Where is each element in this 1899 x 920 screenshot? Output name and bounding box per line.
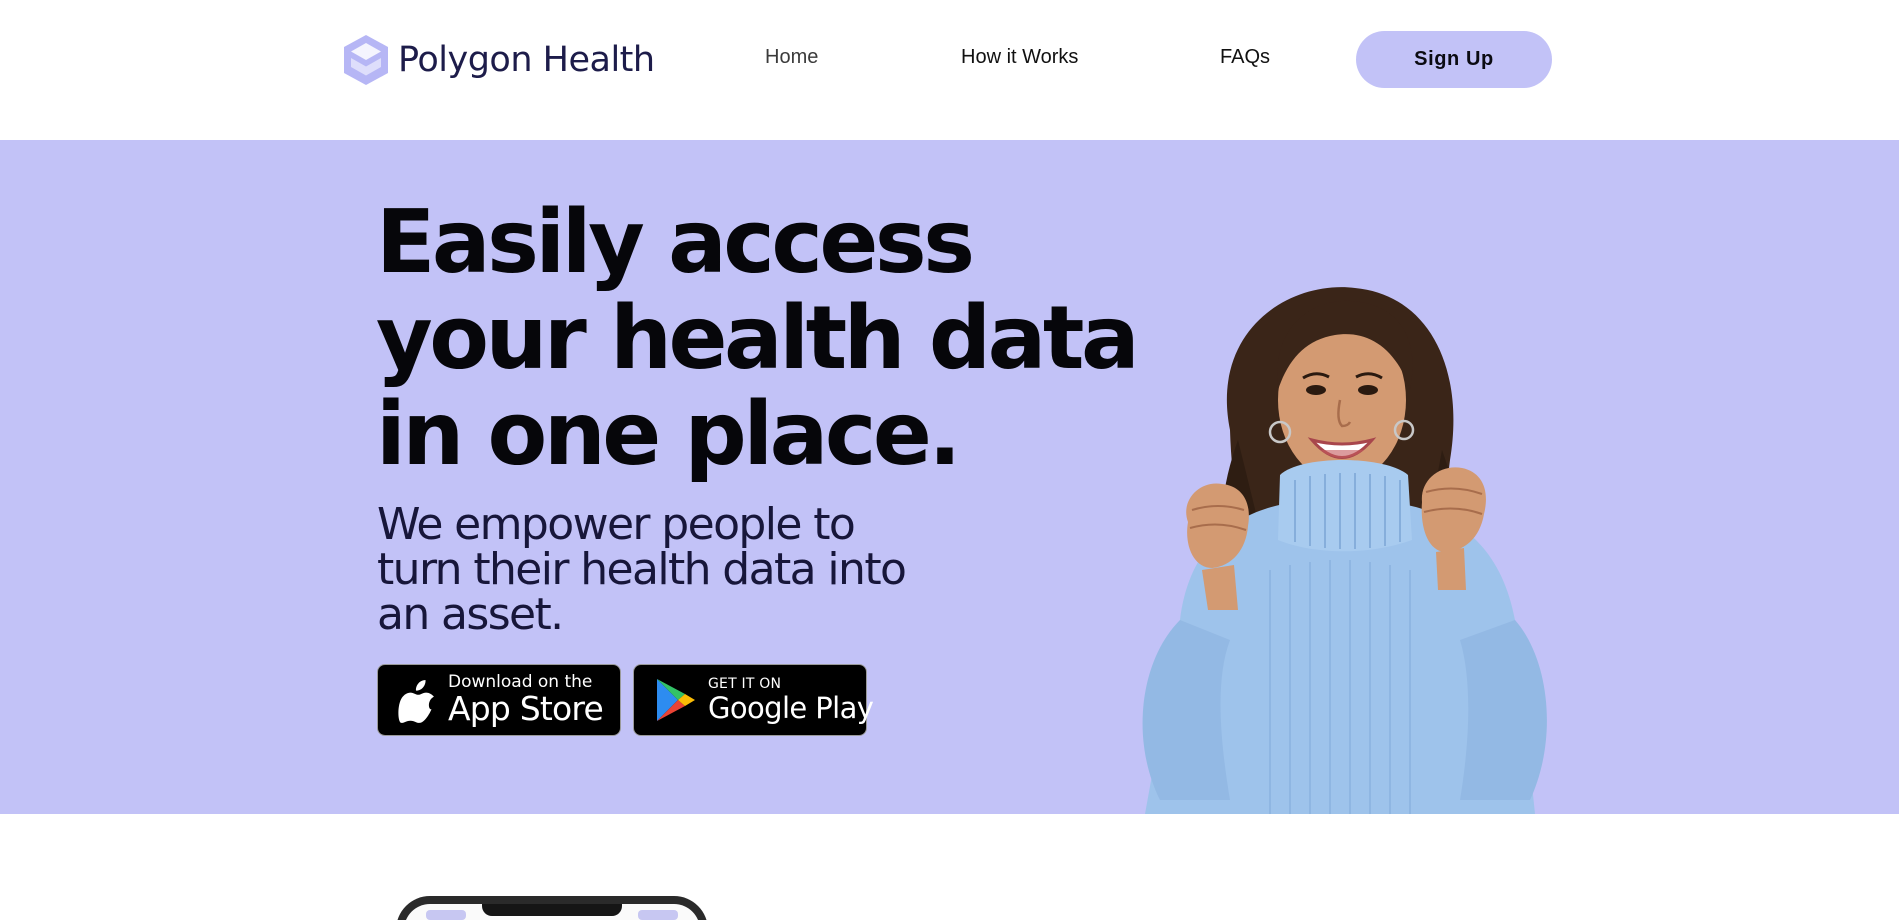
hero-title-line: Easily access — [376, 191, 975, 293]
hero-title-line: your health data — [376, 287, 1140, 389]
google-play-big-text: Google Play — [708, 690, 874, 725]
app-store-text: Download on the App Store — [448, 673, 604, 728]
hero-title: Easily access your health data in one pl… — [376, 191, 1140, 485]
hero-photo — [1142, 287, 1547, 814]
brand-name: Polygon Health — [398, 40, 655, 80]
hero-section: Easily access your health data in one pl… — [0, 140, 1899, 814]
polygon-logo-icon — [344, 35, 388, 85]
hero-subtitle-line: an asset. — [377, 589, 564, 640]
phone-screen-detail — [426, 910, 466, 920]
hero-subtitle-line: turn their health data into — [377, 544, 907, 595]
google-play-text: GET IT ON Google Play — [708, 675, 874, 725]
phone-screen-detail — [638, 910, 678, 920]
sign-up-button[interactable]: Sign Up — [1356, 31, 1552, 88]
site-header: Polygon Health Home How it Works FAQs Si… — [0, 0, 1899, 140]
nav-faqs[interactable]: FAQs — [1220, 46, 1270, 69]
logo-link[interactable]: Polygon Health — [342, 33, 655, 87]
apple-icon — [398, 680, 434, 723]
hero-subtitle-line: We empower people to — [377, 499, 856, 550]
phone-notch — [482, 904, 622, 916]
hero-subtitle: We empower people to turn their health d… — [377, 502, 977, 637]
app-store-button[interactable]: Download on the App Store — [377, 664, 621, 736]
app-store-big-text: App Store — [448, 689, 604, 728]
nav-home[interactable]: Home — [765, 46, 818, 69]
hero-title-line: in one place. — [376, 383, 961, 485]
google-play-small-text: GET IT ON — [708, 675, 782, 692]
phone-mockup — [396, 896, 708, 920]
nav-how-it-works[interactable]: How it Works — [961, 46, 1078, 69]
google-play-button[interactable]: GET IT ON Google Play — [633, 664, 874, 736]
google-play-icon — [657, 679, 695, 721]
